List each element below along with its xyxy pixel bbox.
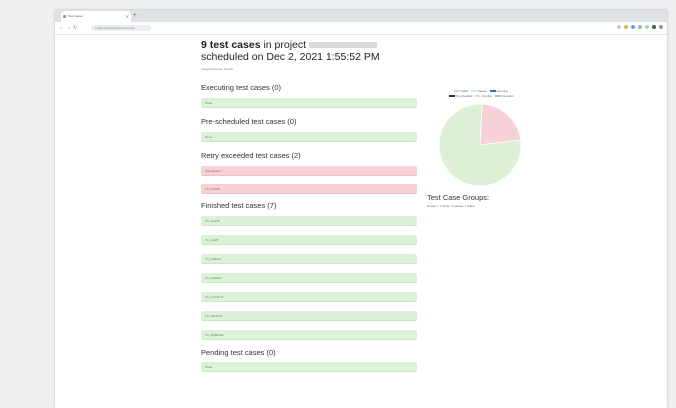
close-icon[interactable]: ✕	[126, 11, 129, 22]
new-tab-icon[interactable]: +	[133, 10, 137, 22]
list-item[interactable]: TC_CHECK	[201, 254, 417, 264]
list-item[interactable]: TC_LOGOUT	[201, 292, 417, 302]
list-item[interactable]: TC_SIGNUP	[201, 311, 417, 321]
legend-swatch	[448, 95, 455, 97]
redacted-project-name	[309, 42, 378, 49]
retry-heading: Retry exceeded test cases (2)	[201, 151, 301, 160]
finished-heading: Finished test cases (7)	[201, 201, 277, 210]
legend-label: Executing	[496, 89, 509, 93]
status-pie-chart	[438, 103, 522, 187]
legend-label: Passed	[478, 89, 487, 93]
legend-swatch	[494, 95, 501, 97]
profile-avatar[interactable]	[652, 25, 656, 29]
list-item[interactable]: Scheduled-1	[201, 166, 417, 176]
list-item[interactable]: TC_Search	[201, 216, 417, 226]
page-content: 9 test cases in project scheduled on Dec…	[55, 35, 667, 408]
address-bar[interactable]: localhost/testcases/scheduled	[91, 25, 151, 31]
legend-entry[interactable]: Pending	[475, 94, 492, 98]
legend-swatch	[471, 90, 477, 92]
legend-label: Cancelled	[501, 94, 514, 98]
legend-label: Failed	[460, 89, 468, 93]
browser-window: Test Cases ✕ + ←→↻ localhost/testcases/s…	[55, 10, 667, 408]
legend-label: Pending	[482, 94, 492, 98]
tab-title: Test Cases	[68, 14, 83, 18]
list-item[interactable]: TC_ORDER	[201, 273, 417, 283]
extension-icon[interactable]	[617, 25, 621, 29]
forward-icon[interactable]: →	[66, 25, 73, 31]
menu-icon[interactable]	[659, 25, 663, 29]
list-item[interactable]: None	[201, 98, 417, 108]
subtitle: Usage/Schedule Details	[201, 67, 234, 71]
legend-swatch	[489, 90, 496, 92]
pie-slice-failed[interactable]	[479, 103, 522, 146]
list-item[interactable]: TC_PROFILE	[201, 330, 417, 340]
legend-swatch	[453, 90, 460, 92]
groups-heading: Test Case Groups:	[427, 193, 490, 202]
page-title: 9 test cases in project	[201, 39, 378, 51]
chart-legend: Failed Passed Executing Pre-scheduled Pendi…	[423, 89, 539, 99]
extension-icon[interactable]	[624, 25, 628, 29]
prescheduled-heading: Pre-scheduled test cases (0)	[201, 117, 297, 126]
list-item[interactable]: None	[201, 132, 417, 142]
legend-entry[interactable]: Passed	[471, 89, 487, 93]
legend-entry[interactable]: Failed	[453, 89, 468, 93]
tab-strip: Test Cases ✕ +	[55, 10, 667, 22]
legend-entry[interactable]: Cancelled	[494, 94, 514, 98]
executing-heading: Executing test cases (0)	[201, 83, 282, 92]
list-item[interactable]: None	[201, 362, 417, 372]
legend-swatch	[475, 95, 482, 97]
favicon-icon	[63, 15, 66, 18]
back-icon[interactable]: ←	[59, 25, 66, 31]
extension-icons	[617, 25, 663, 29]
extension-icon[interactable]	[638, 25, 642, 29]
list-item[interactable]: TC_CART	[201, 235, 417, 245]
groups-text: Group 1 : 9 tests, 7 passed, 2 failed	[427, 204, 475, 208]
pending-heading: Pending test cases (0)	[201, 348, 276, 357]
extension-icon[interactable]	[645, 25, 649, 29]
legend-entry[interactable]: Executing	[489, 89, 509, 93]
list-item[interactable]: TC_LOGIN	[201, 184, 417, 194]
browser-tab[interactable]: Test Cases ✕	[61, 11, 131, 22]
legend-label: Pre-scheduled	[455, 94, 473, 98]
reload-icon[interactable]: ↻	[73, 25, 79, 31]
extension-icon[interactable]	[631, 25, 635, 29]
scheduled-date: scheduled on Dec 2, 2021 1:55:52 PM	[201, 51, 380, 63]
toolbar: ←→↻ localhost/testcases/scheduled	[55, 22, 667, 35]
legend-entry[interactable]: Pre-scheduled	[448, 94, 473, 98]
